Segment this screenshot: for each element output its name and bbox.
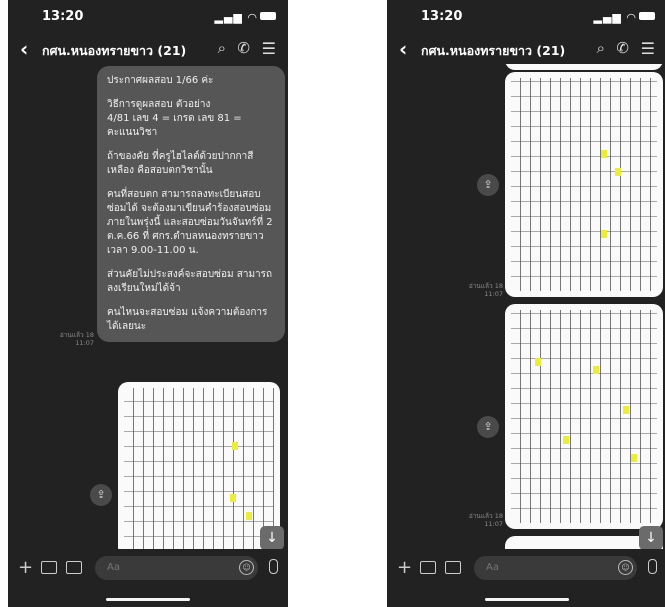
chevron-left-icon[interactable]: ‹ [20,37,28,61]
wifi-icon: ◠ [247,11,258,24]
emoji-icon[interactable]: ☺ [239,560,254,575]
image-message-partial[interactable] [505,64,663,70]
message-paragraph: ประกาศผลสอบ 1/66 ค่ะ [107,75,214,86]
wifi-icon: ◠ [626,11,637,24]
chat-area: ⇪ อ่านแล้ว 18 11:07 ⇪ อ่านแล้ว 18 11:07 … [387,64,665,549]
search-icon[interactable]: ⌕ [597,39,605,57]
image-message[interactable] [505,72,663,297]
phone-screen-left: 13:20 ▂▄▆ ◠ ‹ กศน.หนองทรายขาว (21) ⌕ ✆ ☰… [8,0,288,607]
signal-icon: ▂▄▆ [593,11,622,24]
battery-icon [639,12,655,20]
chat-title: กศน.หนองทรายขาว (21) [42,43,187,58]
home-indicator [106,598,190,601]
share-icon[interactable]: ⇪ [477,416,499,438]
menu-icon[interactable]: ☰ [262,39,276,58]
battery-icon [260,12,276,20]
home-indicator [485,598,569,601]
signal-icon: ▂▄▆ [214,11,243,24]
message-paragraph: คนที่สอบตก สามารถลงทะเบียนสอบซ่อมได้ จะต… [107,189,273,256]
image-message[interactable] [505,304,663,529]
read-receipt: อ่านแล้ว 18 11:07 [468,282,503,298]
camera-icon[interactable] [41,561,57,574]
search-icon[interactable]: ⌕ [218,39,226,57]
message-input-field[interactable] [484,561,619,574]
message-input-field[interactable] [105,561,240,574]
plus-icon[interactable]: + [18,557,33,578]
share-icon[interactable]: ⇪ [90,484,112,506]
message-paragraph: วิธีการดูผลสอบ ตัวอย่าง 4/81 เลข 4 = เกร… [107,99,242,138]
phone-icon[interactable]: ✆ [616,39,629,57]
image-message[interactable] [118,382,280,549]
plus-icon[interactable]: + [397,557,412,578]
status-time: 13:20 [421,9,463,24]
image-icon[interactable] [445,561,461,574]
share-icon[interactable]: ⇪ [477,174,499,196]
phone-icon[interactable]: ✆ [237,39,250,57]
message-paragraph: ส่วนคัยไม่ประสงค์จะสอบซ่อม สามารถลงเรียน… [107,269,273,294]
chevron-left-icon[interactable]: ‹ [399,37,407,61]
emoji-icon[interactable]: ☺ [618,560,633,575]
message-paragraph: คนไหนจะสอบซ่อม แจ้งความต้องการได้เลยนะ [107,307,268,332]
chat-header: ‹ กศน.หนองทรายขาว (21) ⌕ ✆ ☰ [8,34,288,64]
microphone-icon[interactable] [648,559,657,574]
status-icons: ▂▄▆ ◠ [594,11,638,24]
message-input[interactable]: ☺ [95,556,258,580]
chat-header: ‹ กศน.หนองทรายขาว (21) ⌕ ✆ ☰ [387,34,665,64]
status-bar: 13:20 ▂▄▆ ◠ [387,0,665,32]
status-bar: 13:20 ▂▄▆ ◠ [8,0,288,32]
chat-area: ประกาศผลสอบ 1/66 ค่ะ วิธีการดูผลสอบ ตัวอ… [8,64,288,549]
message-bubble[interactable]: ประกาศผลสอบ 1/66 ค่ะ วิธีการดูผลสอบ ตัวอ… [97,66,285,342]
image-icon[interactable] [66,561,82,574]
camera-icon[interactable] [420,561,436,574]
scroll-down-icon[interactable]: ↓ [260,526,284,549]
input-bar: + ☺ [8,551,288,587]
message-paragraph: ถ้าของคัย ที่ครูไฮไลต์ด้วยปากกาสีเหลือง … [107,151,254,176]
read-receipt: อ่านแล้ว 18 11:07 [59,331,94,347]
input-bar: + ☺ [387,551,665,587]
chat-title: กศน.หนองทรายขาว (21) [421,43,566,58]
menu-icon[interactable]: ☰ [641,39,655,58]
status-time: 13:20 [42,9,84,24]
microphone-icon[interactable] [269,559,278,574]
scroll-down-icon[interactable]: ↓ [639,526,663,549]
status-icons: ▂▄▆ ◠ [215,11,259,24]
phone-screen-right: 13:20 ▂▄▆ ◠ ‹ กศน.หนองทรายขาว (21) ⌕ ✆ ☰… [387,0,665,607]
message-input[interactable]: ☺ [474,556,637,580]
read-receipt: อ่านแล้ว 18 11:07 [468,512,503,528]
